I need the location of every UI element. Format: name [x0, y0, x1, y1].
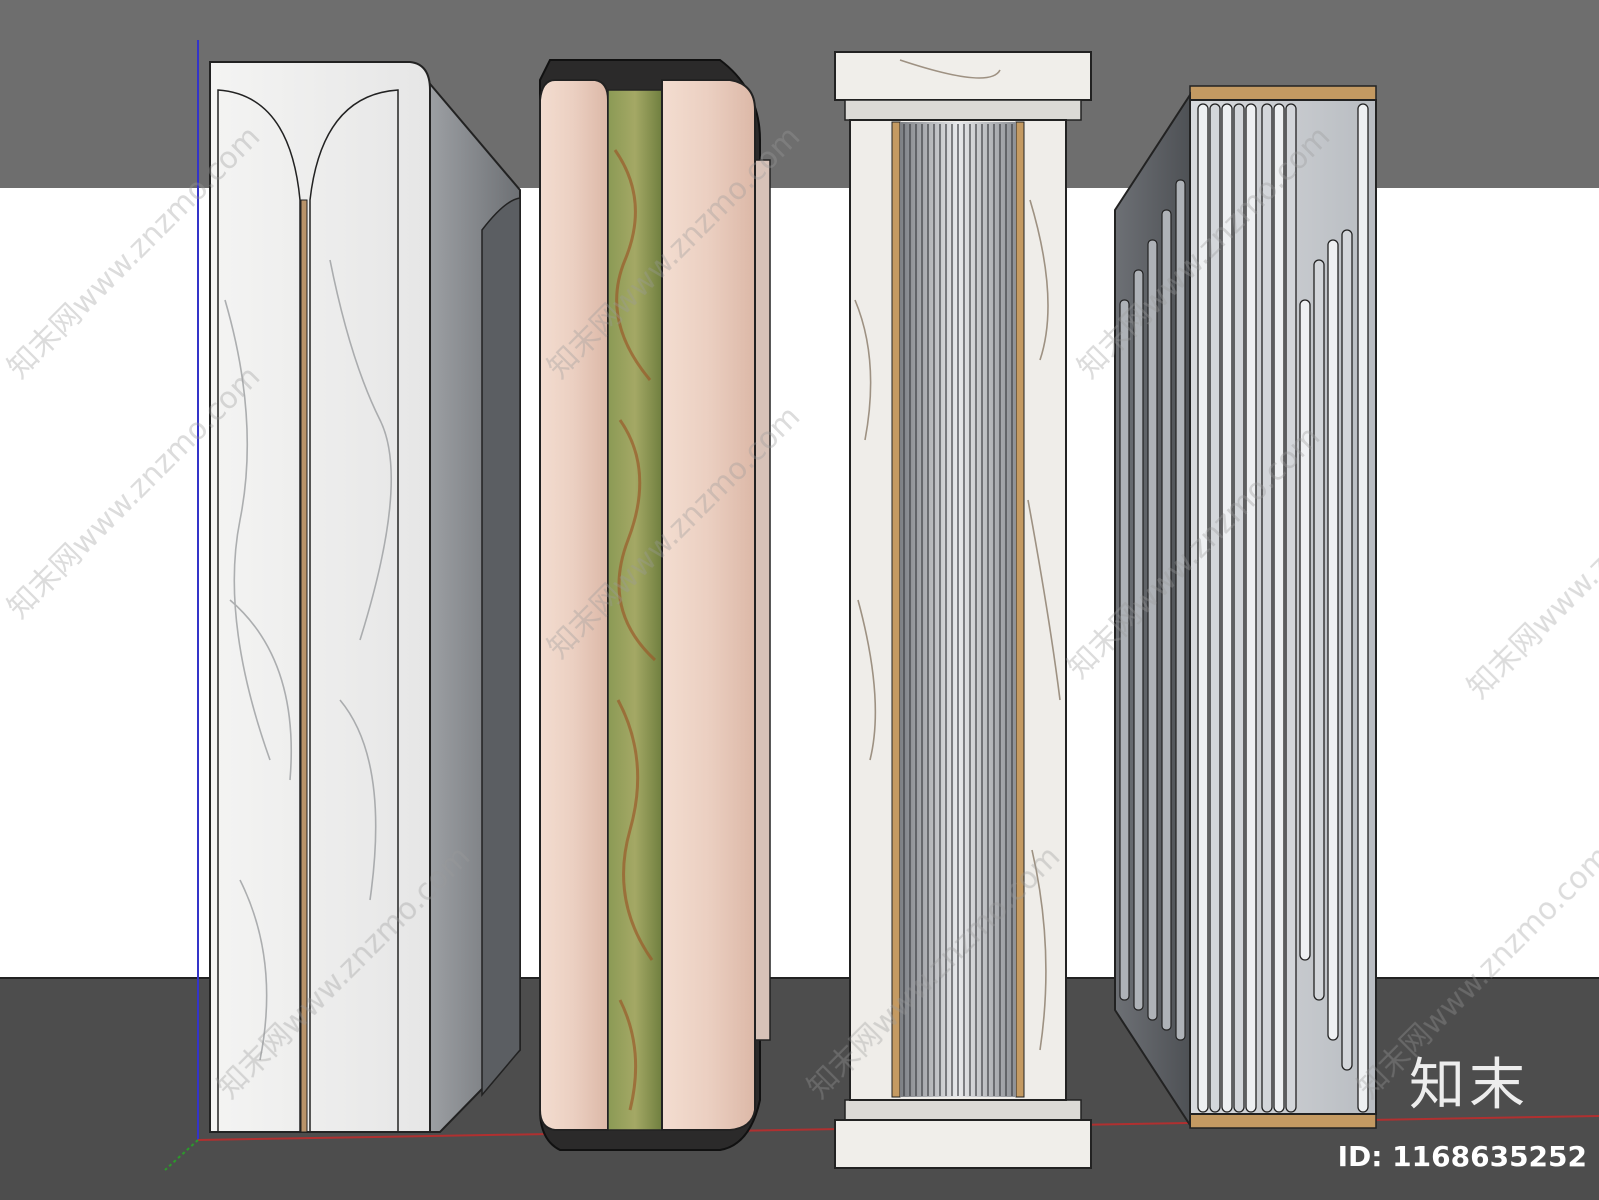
- fin: [1261, 103, 1273, 1113]
- column-3-right-brass: [1015, 121, 1025, 1098]
- fin: [1299, 299, 1311, 961]
- column-4-brass-top: [1189, 85, 1377, 101]
- brand-stamp: 知末: [1409, 1053, 1529, 1118]
- fin: [1313, 259, 1325, 1001]
- fin: [1233, 103, 1245, 1113]
- column-3-base: [834, 1119, 1092, 1169]
- column-1-side-arch: [481, 197, 521, 1098]
- fin: [1273, 103, 1285, 1113]
- side-fin: [1119, 299, 1130, 1001]
- side-fin: [1161, 209, 1172, 1031]
- side-fin: [1175, 179, 1186, 1041]
- column-3-base-step: [844, 1099, 1082, 1121]
- sketchup-viewport: 知末网www.znzmo.com知末网www.znzmo.com知末网www.z…: [0, 0, 1599, 1200]
- image-id-label: ID: 1168635252: [1337, 1140, 1587, 1173]
- fin: [1357, 103, 1369, 1113]
- fin: [1341, 229, 1353, 1071]
- fin: [1245, 103, 1257, 1113]
- pink-onyx-rounded-column: [539, 59, 771, 1151]
- side-fin: [1133, 269, 1144, 1011]
- column-3-capital-step: [844, 99, 1082, 121]
- column-4-brass-bottom: [1189, 1113, 1377, 1129]
- fin: [1327, 239, 1339, 1041]
- fluted-marble-column: [834, 51, 1092, 1169]
- fin: [1285, 103, 1297, 1113]
- column-3-left-brass: [891, 121, 901, 1098]
- side-fin: [1147, 239, 1158, 1021]
